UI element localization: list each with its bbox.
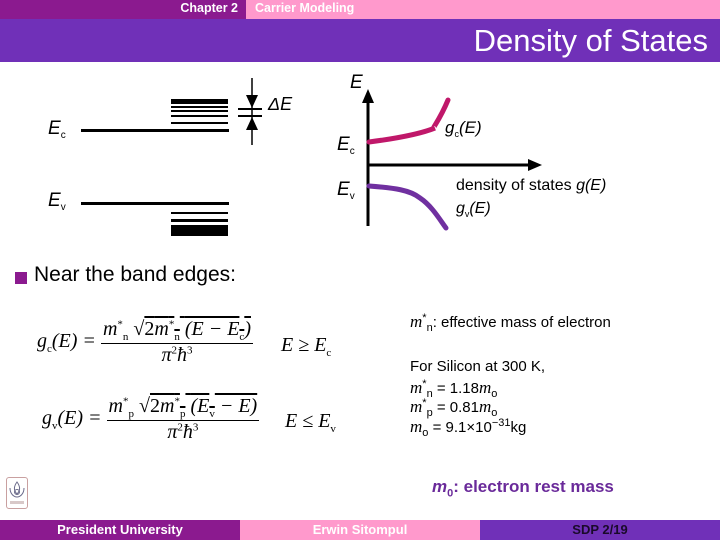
gv-condition: E ≤ Ev [285,410,336,435]
title-bar: Density of States [0,19,720,62]
gv-equation: gv(E) = m*p √2m*p (Ev − E) π2ħ3 [42,395,260,444]
numerator: m*n √2m*n (E − Ec) [100,318,253,344]
gc-condition: E ≥ Ec [281,334,332,359]
eq-symbol: (E) = [51,330,96,353]
energy-axis-arrow-icon [362,89,374,103]
mp-value: m*p = 0.81mo [410,397,498,419]
energy-axis-label: E [350,72,363,93]
subject-label: Carrier Modeling [255,1,355,15]
numerator: m*p √2m*p (Ev − E) [106,395,260,421]
band-and-dos-diagram: Ec Ev ΔE E Ec Ev gc(E) density of states… [48,72,606,236]
conduction-level [171,122,228,124]
eq-symbol: g [37,330,47,353]
chapter-section: Chapter 2 [0,0,246,19]
gc-curve [366,97,451,145]
band-ec-label: Ec [48,118,66,141]
gv-curve [366,183,449,231]
silicon-heading: For Silicon at 300 K, [410,358,546,375]
valence-level [171,225,228,236]
conduction-level [171,99,228,104]
lotus-icon [9,481,25,504]
valence-level [171,212,228,214]
conduction-level [171,106,228,108]
footer-author: Erwin Sitompul [240,520,480,540]
conduction-level [171,115,228,117]
gc-fraction: m*n √2m*n (E − Ec) π2ħ3 [100,318,253,367]
denominator: π2ħ3 [161,344,193,366]
bullet-text: Near the band edges: [34,263,236,286]
slide-title: Density of States [473,23,708,58]
delta-e-marker [238,78,262,145]
ec-band-edge-line [81,129,229,132]
conduction-level [171,110,228,112]
gv-fraction: m*p √2m*p (Ev − E) π2ħ3 [106,395,260,444]
m0-value: mo = 9.1×10−31kg [410,417,527,439]
dos-ec-label: Ec [337,134,355,157]
top-bar: Chapter 2 Carrier Modeling [0,0,720,19]
footer: President University Erwin Sitompul SDP … [0,520,720,540]
dos-plot: E Ec Ev gc(E) density of states g(E) gv(… [337,72,606,231]
gc-label: gc(E) [445,118,482,139]
gc-equation: gc(E) = m*n √2m*n (E − Ec) π2ħ3 [37,318,253,367]
mn-definition: m*n: effective mass of electron [410,312,611,334]
valence-level [171,219,228,222]
dos-axis-arrow-icon [528,159,542,171]
bullet-marker [15,272,27,284]
eq-symbol: g [42,407,52,430]
chapter-label: Chapter 2 [180,1,238,15]
footer-university: President University [0,520,240,540]
gv-label: gv(E) [456,200,491,219]
university-logo [6,477,28,509]
footer-page-number: SDP 2/19 [480,520,720,540]
rest-mass-note: m0: electron rest mass [432,477,614,500]
delta-e-label: ΔE [267,94,293,114]
band-ev-label: Ev [48,190,66,213]
band-diagram: Ec Ev ΔE [48,78,293,236]
denominator: π2ħ3 [167,421,199,443]
eq-symbol: (E) = [57,407,102,430]
dos-axis-label: density of states g(E) [456,177,606,194]
dos-ev-label: Ev [337,179,355,202]
ev-band-edge-line [81,202,229,205]
